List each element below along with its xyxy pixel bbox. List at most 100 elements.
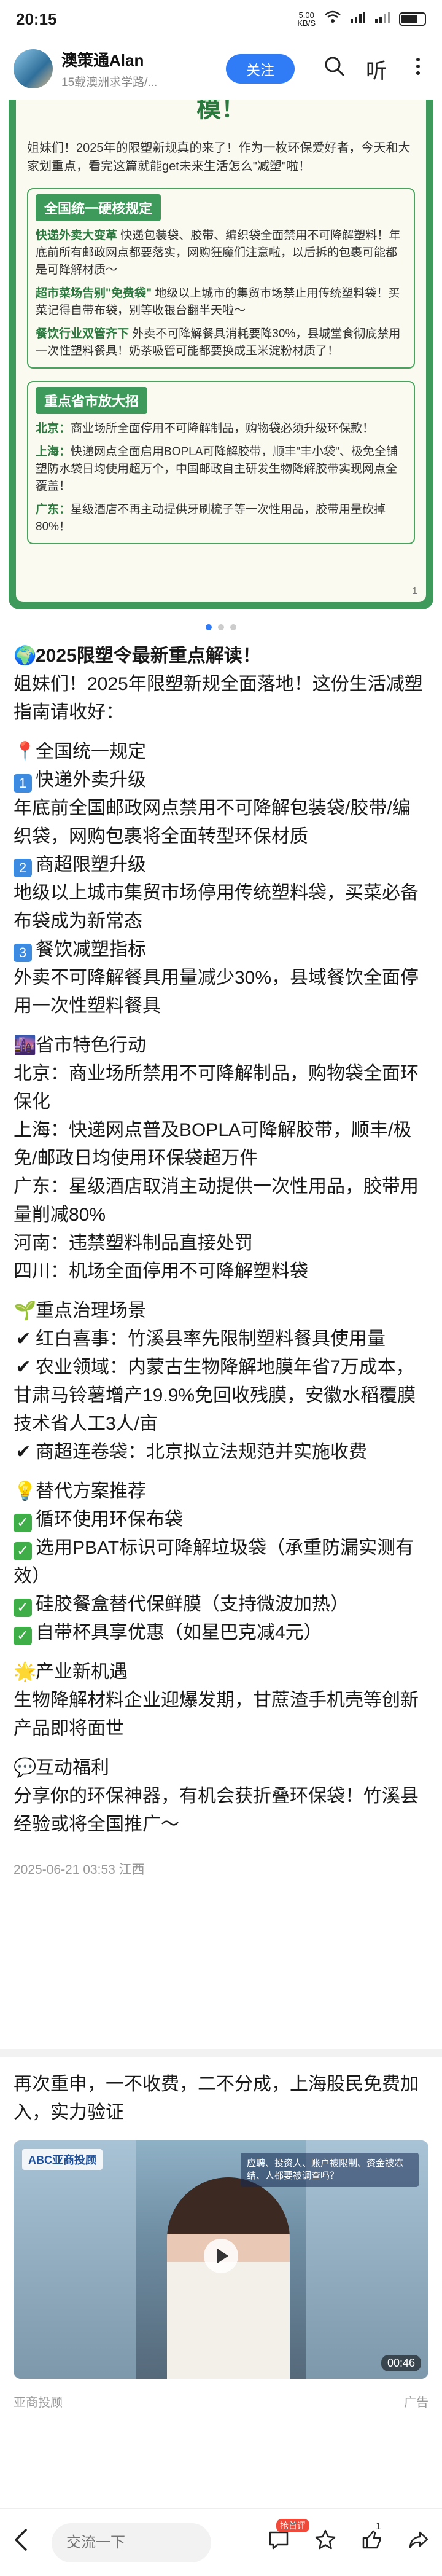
pin-icon: 📍	[14, 742, 37, 762]
play-icon[interactable]	[204, 2239, 238, 2273]
comment-icon[interactable]: 抢首评	[268, 2519, 309, 2556]
list-item: 广东：星级酒店取消主动提供一次性用品，胶带用量削减80%	[14, 1176, 419, 1225]
author-description: 15载澳洲求学路/...	[61, 76, 158, 89]
status-time: 20:15	[16, 9, 57, 28]
related-source[interactable]: 亚商投顾	[14, 2392, 63, 2410]
video-presenter	[167, 2177, 290, 2379]
slide-item-label: 快递外卖大变革	[36, 229, 118, 242]
video-background	[14, 2140, 136, 2379]
slide-page-number: 1	[412, 586, 417, 597]
slide-item: 广东：星级酒店不再主动提供牙刷梳子等一次性用品，胶带用量砍掉80%！	[36, 501, 406, 536]
list-item: 河南：违禁塑料制品直接处罚	[14, 1233, 253, 1253]
article-headline: 🌍2025限塑令最新重点解读！	[14, 642, 428, 670]
post-meta: 2025-06-21 03:53 江西	[14, 1863, 145, 1877]
slide-intro: 姐妹们！2025年的限塑新规真的来了！作为一枚环保爱好者，今天和大家划重点，看完…	[27, 141, 411, 173]
favorite-icon[interactable]	[314, 2529, 336, 2556]
subsection-title: 3 餐饮减塑指标	[14, 936, 428, 964]
more-icon[interactable]	[408, 56, 428, 82]
list-item: 四川：机场全面停用不可降解塑料袋	[14, 1261, 308, 1282]
section-title: 💡替代方案推荐	[14, 1478, 428, 1506]
author-avatar[interactable]	[14, 49, 53, 88]
slide-item-text: 商业场所全面停用不可降解制品，购物袋必须升级环保款！	[71, 422, 374, 435]
bottom-action-bar: 抢首评 1	[0, 2508, 442, 2576]
list-item: ✔ 商超连卷袋：北京拟立法规范并实施收费	[14, 1438, 428, 1466]
number-1-icon: 1	[14, 774, 32, 793]
status-bar: 20:15 5.00 KB/S	[0, 0, 442, 38]
slide-item-text: 星级酒店不再主动提供牙刷梳子等一次性用品，胶带用量砍掉80%！	[36, 503, 386, 533]
article-body: 🌍2025限塑令最新重点解读！ 姐妹们！2025年限塑新规全面落地！这份生活减塑…	[14, 642, 428, 1884]
slide-item-label: 餐饮行业双管齐下	[36, 327, 130, 340]
video-duration: 00:46	[381, 2355, 421, 2371]
author-name[interactable]: 澳策通Alan	[61, 48, 215, 71]
related-post[interactable]: 再次重申，一不收费，二不分成，上海股民免费加入，实力验证 ABC亚商投顾 应聘、…	[14, 2070, 428, 2410]
sprout-icon: 🌱	[14, 1301, 37, 1321]
green-check-icon: ✓	[14, 1542, 32, 1560]
list-item: ✓ 自带杯具享优惠（如星巴克减4元）	[14, 1619, 428, 1647]
slide-section-title: 重点省市放大招	[36, 387, 148, 414]
section-text: 生物降解材料企业迎爆发期，甘蔗渣手机壳等创新产品即将面世	[14, 1690, 419, 1739]
carousel-dot-active[interactable]	[206, 624, 212, 630]
subsection-text: 外卖不可降解餐具用量减少30%，县域餐饮全面停用一次性塑料餐具	[14, 968, 419, 1016]
carousel-dot[interactable]	[230, 624, 236, 630]
like-icon[interactable]: 1	[361, 2521, 383, 2556]
signal-icon	[350, 10, 366, 28]
bar-actions: 抢首评 1	[268, 2519, 430, 2556]
list-item: ✓ 循环使用环保布袋	[14, 1506, 428, 1534]
number-3-icon: 3	[14, 944, 32, 962]
city-icon: 🌆	[14, 1035, 37, 1055]
checkmark-icon: ✔	[15, 1357, 31, 1377]
section-title: 📍全国统一规定	[14, 738, 428, 766]
battery-icon	[399, 12, 426, 26]
green-check-icon: ✓	[14, 1627, 32, 1645]
search-icon[interactable]	[324, 56, 345, 82]
slide-item-label: 上海：	[36, 445, 71, 458]
like-count: 1	[376, 2521, 381, 2532]
video-thumbnail[interactable]: ABC亚商投顾 应聘、投资人、账户被限制、资金被冻结、人都要被调查吗？ 00:4…	[14, 2140, 428, 2379]
subsection-text: 地级以上城市集贸市场停用传统塑料袋，买菜必备布袋成为新常态	[14, 883, 419, 931]
green-check-icon: ✓	[14, 1599, 32, 1617]
green-check-icon: ✓	[14, 1514, 32, 1532]
related-post-title[interactable]: 再次重申，一不收费，二不分成，上海股民免费加入，实力验证	[14, 2070, 428, 2127]
slide-item-text: 快递网点全面启用BOPLA可降解胶带，顺丰"丰小袋"、极免全铺塑防水袋日均使用超…	[36, 445, 398, 493]
list-item: 北京：商业场所禁用不可降解制品，购物袋全面环保化	[14, 1063, 419, 1112]
list-item: ✔ 红白喜事：竹溪县率先限制塑料餐具使用量	[14, 1325, 428, 1353]
slide-item-label: 广东：	[36, 503, 71, 516]
subsection-text: 年底前全国邮政网点禁用不可降解包装袋/胶带/编织袋，网购包裹将全面转型环保材质	[14, 798, 411, 847]
related-post-meta: 亚商投顾 广告	[14, 2392, 428, 2410]
list-item: ✔ 农业领域：内蒙古生物降解地膜年省7万成本，甘肃马铃薯增产19.9%免回收残膜，…	[14, 1353, 428, 1438]
checkmark-icon: ✔	[15, 1329, 31, 1349]
post-header: 澳策通Alan 15载澳洲求学路/... 关注 听	[0, 38, 442, 100]
slide-item: 餐饮行业双管齐下 外卖不可降解餐具消耗要降30%，县城堂食彻底禁用一次性塑料餐具…	[36, 326, 406, 360]
section-title: 🌆省市特色行动	[14, 1032, 428, 1060]
carousel-dot[interactable]	[218, 624, 224, 630]
subsection-title: 1 快递外卖升级	[14, 766, 428, 794]
slide-item: 北京：商业场所全面停用不可降解制品，购物袋必须升级环保款！	[36, 420, 406, 437]
first-comment-badge: 抢首评	[276, 2519, 309, 2532]
slide-section-national: 全国统一硬核规定 快递外卖大变革 快递包装袋、胶带、编织袋全面禁用不可降解塑料！…	[27, 188, 415, 369]
slide-content: 模！ 姐妹们！2025年的限塑新规真的来了！作为一枚环保爱好者，今天和大家划重点…	[16, 76, 426, 602]
image-carousel-slide[interactable]: 模！ 姐妹们！2025年的限塑新规真的来了！作为一枚环保爱好者，今天和大家划重点…	[9, 69, 433, 609]
checkmark-icon: ✔	[15, 1442, 31, 1462]
author-info[interactable]: 澳策通Alan 15载澳洲求学路/...	[61, 48, 215, 90]
listen-button[interactable]: 听	[366, 54, 387, 84]
carousel-indicator	[0, 624, 442, 630]
lightbulb-icon: 💡	[14, 1481, 37, 1501]
slide-item: 快递外卖大变革 快递包装袋、胶带、编织袋全面禁用不可降解塑料！年底前所有邮政网点…	[36, 227, 406, 279]
subsection-title: 2 商超限塑升级	[14, 851, 428, 879]
header-actions: 听	[324, 54, 428, 84]
list-item: 上海：快递网点普及BOPLA可降解胶带，顺丰/极免/邮政日均使用环保袋超万件	[14, 1120, 412, 1169]
net-speed: 5.00 KB/S	[297, 11, 316, 27]
back-arrow-icon[interactable]	[12, 2527, 37, 2558]
share-icon[interactable]	[408, 2529, 430, 2556]
follow-button[interactable]: 关注	[226, 54, 295, 84]
list-item: ✓ 选用PBAT标识可降解垃圾袋（承重防漏实测有效）	[14, 1538, 414, 1586]
star-icon: 🌟	[14, 1662, 37, 1682]
slide-section-title: 全国统一硬核规定	[36, 194, 161, 221]
slide-item: 超市菜场告别"免费袋" 地级以上城市的集贸市场禁止用传统塑料袋！买菜记得自带布袋…	[36, 285, 406, 319]
ad-label[interactable]: 广告	[404, 2392, 428, 2410]
net-speed-unit: KB/S	[297, 18, 316, 28]
section-title: 🌱重点治理场景	[14, 1297, 428, 1325]
section-title: 💬互动福利	[14, 1754, 428, 1782]
comment-input[interactable]	[52, 2523, 211, 2562]
video-logo: ABC亚商投顾	[22, 2149, 103, 2170]
